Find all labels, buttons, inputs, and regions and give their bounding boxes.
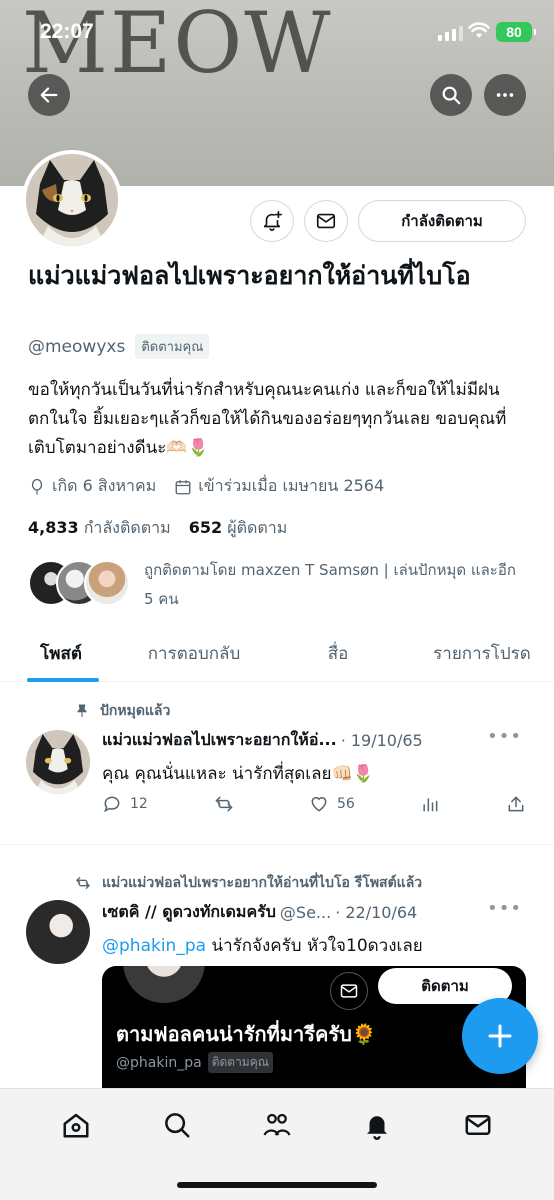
status-bar: 22:07 80 xyxy=(0,0,554,60)
more-options-button[interactable] xyxy=(484,74,526,116)
home-icon xyxy=(63,1113,89,1138)
pinned-context: ปักหมุดแล้ว xyxy=(74,700,170,722)
repost-icon xyxy=(215,796,233,812)
profile-avatar[interactable] xyxy=(22,150,122,250)
embed-follows-you-badge: ติดตามคุณ xyxy=(207,1052,273,1073)
mention-link[interactable]: @phakin_pa xyxy=(102,936,206,956)
notification-toggle-button[interactable] xyxy=(250,200,294,242)
nav-notifications[interactable] xyxy=(357,1105,397,1145)
following-count-link[interactable]: 4,833 กำลังติดตาม xyxy=(28,516,171,541)
views-button[interactable] xyxy=(420,794,440,814)
post-more-button[interactable]: ••• xyxy=(487,898,522,919)
battery-indicator: 80 xyxy=(496,22,536,42)
followers-count: 652 xyxy=(188,518,223,537)
post-date: · 22/10/64 xyxy=(335,903,418,922)
post-date: · 19/10/65 xyxy=(340,731,423,750)
following-label: กำลังติดตาม xyxy=(83,518,171,537)
avatar xyxy=(84,560,130,606)
follows-you-badge: ติดตามคุณ xyxy=(135,334,210,359)
profile-tabs: โพสต์ การตอบกลับ สื่อ รายการโปรด xyxy=(0,626,554,682)
search-icon xyxy=(164,1113,190,1138)
post-text: คุณ คุณนั่นแหละ น่ารักที่สุดเลย👊🏻🌷 xyxy=(102,764,374,784)
pinned-label: ปักหมุดแล้ว xyxy=(100,703,171,719)
post-author-name[interactable]: แม่วแม่วฟอลไปเพราะอยากให้อ่... xyxy=(102,728,337,753)
embed-message-button xyxy=(330,972,368,1010)
repost-button[interactable] xyxy=(213,794,243,814)
analytics-icon xyxy=(423,798,438,812)
mail-icon xyxy=(340,984,358,998)
embed-title: ตามฟอลคนน่ารักที่มารีครับ🌻 xyxy=(116,1022,377,1046)
tab-replies[interactable]: การตอบกลับ xyxy=(122,626,266,681)
message-button[interactable] xyxy=(304,200,348,242)
followed-by-text: ถูกติดตามโดย maxzen T Samsøn | เล่นปักหม… xyxy=(144,561,516,608)
nav-search[interactable] xyxy=(157,1105,197,1145)
cat-avatar-image xyxy=(26,154,118,246)
birth-date-text: เกิด 6 สิงหาคม xyxy=(52,476,157,495)
reply-icon xyxy=(103,796,120,813)
avatar xyxy=(120,966,208,1006)
followed-by-section[interactable]: ถูกติดตามโดย maxzen T Samsøn | เล่นปักหม… xyxy=(28,556,524,614)
join-date-text: เข้าร่วมเมื่อ เมษายน 2564 xyxy=(198,476,385,495)
share-icon xyxy=(508,796,524,812)
following-count: 4,833 xyxy=(28,518,79,537)
like-button[interactable]: 56 xyxy=(309,794,355,814)
pin-icon xyxy=(76,704,88,717)
followers-label: ผู้ติดตาม xyxy=(227,518,288,537)
profile-bio: ขอให้ทุกวันเป็นวันที่น่ารักสำหรับคุณนะคน… xyxy=(28,380,507,458)
birth-date: เกิด 6 สิงหาคม xyxy=(28,474,156,499)
post-author-avatar[interactable] xyxy=(26,730,90,794)
mail-icon xyxy=(316,213,336,229)
bell-plus-icon xyxy=(263,211,282,231)
post-author-avatar[interactable] xyxy=(26,900,90,964)
status-time: 22:07 xyxy=(40,20,94,43)
tab-media[interactable]: สื่อ xyxy=(266,626,410,681)
more-horizontal-icon xyxy=(496,93,514,97)
arrow-left-icon xyxy=(40,87,58,103)
calendar-icon xyxy=(175,479,191,494)
post-divider xyxy=(0,844,554,845)
join-date: เข้าร่วมเมื่อ เมษายน 2564 xyxy=(174,474,384,499)
wifi-icon xyxy=(468,22,490,38)
profile-handle: @meowyxs xyxy=(28,336,126,357)
nav-home[interactable] xyxy=(56,1105,96,1145)
share-button[interactable] xyxy=(506,794,526,814)
balloon-icon xyxy=(31,478,43,494)
embed-handle: @phakin_pa xyxy=(116,1054,202,1071)
post-author-name[interactable]: เซตคิ // ดูดวงทักเดมครับ xyxy=(102,900,276,925)
compose-button[interactable] xyxy=(462,998,538,1074)
cat-avatar-image xyxy=(26,730,90,794)
following-button[interactable]: กำลังติดตาม xyxy=(358,200,526,242)
search-icon xyxy=(442,86,461,105)
plus-icon xyxy=(488,1024,512,1048)
tab-likes[interactable]: รายการโปรด xyxy=(410,626,554,681)
reply-button[interactable]: 12 xyxy=(102,794,148,814)
cellular-signal-icon xyxy=(438,26,463,41)
nav-communities[interactable] xyxy=(257,1105,297,1145)
communities-icon xyxy=(263,1113,291,1136)
back-button[interactable] xyxy=(28,74,70,116)
repost-context-text: แม่วแม่วฟอลไปเพราะอยากให้อ่านที่ไบโอ รีโ… xyxy=(102,875,423,891)
like-count: 56 xyxy=(336,796,355,812)
mail-icon xyxy=(465,1115,491,1135)
repost-context: แม่วแม่วฟอลไปเพราะอยากให้อ่านที่ไบโอ รีโ… xyxy=(74,872,422,894)
post-text: น่ารักจังครับ หัวใจ10ดวงเลย xyxy=(206,936,423,956)
followed-by-avatars xyxy=(28,556,132,606)
profile-name: แม่วแม่วฟอลไปเพราะอยากให้อ่านที่ไบโอ xyxy=(28,261,471,290)
reply-count: 12 xyxy=(130,796,148,812)
post-author-handle: @Se... xyxy=(279,903,332,922)
home-indicator xyxy=(177,1182,377,1188)
followers-count-link[interactable]: 652 ผู้ติดตาม xyxy=(189,516,288,541)
search-button[interactable] xyxy=(430,74,472,116)
heart-icon xyxy=(311,797,327,812)
bell-icon xyxy=(367,1116,388,1140)
nav-messages[interactable] xyxy=(458,1105,498,1145)
post-more-button[interactable]: ••• xyxy=(487,726,522,747)
repost-icon xyxy=(76,877,90,889)
tab-posts[interactable]: โพสต์ xyxy=(0,626,122,682)
post-pinned[interactable]: ปักหมุดแล้ว แม่วแม่วฟอลไปเพราะอยากให้อ่.… xyxy=(0,682,554,842)
